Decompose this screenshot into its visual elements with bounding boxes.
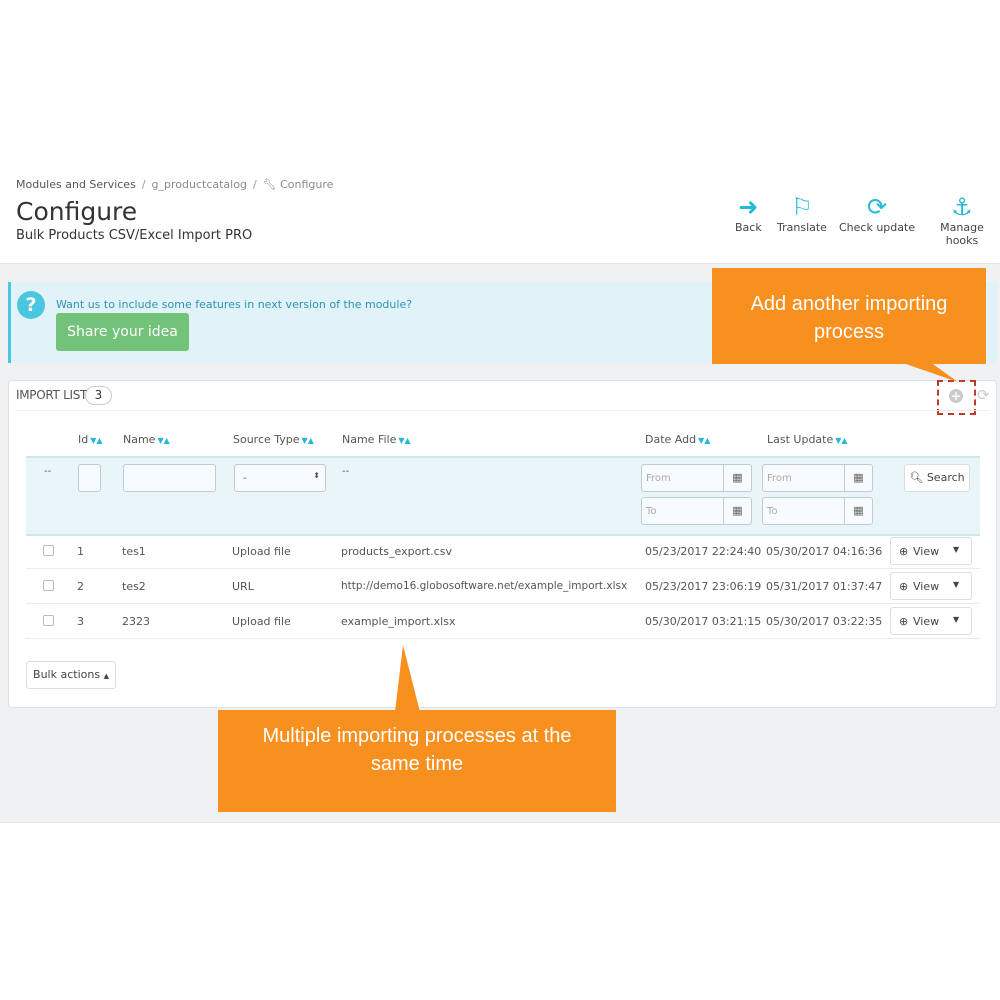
callout-pointers bbox=[395, 362, 958, 712]
page-bottom-divider bbox=[0, 822, 1000, 823]
callout-multiple-pointer bbox=[395, 645, 420, 712]
callout-add-process: Add another importing process bbox=[712, 268, 986, 364]
callout-multiple-processes: Multiple importing processes at the same… bbox=[218, 710, 616, 812]
callout-add-pointer bbox=[900, 362, 958, 382]
